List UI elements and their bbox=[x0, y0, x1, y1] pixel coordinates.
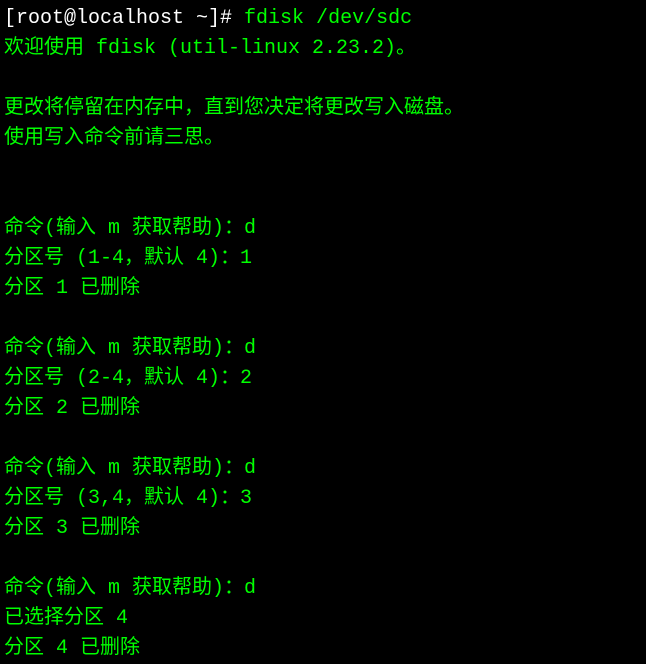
result-1: 分区 1 已删除 bbox=[4, 277, 140, 300]
partition-prompt-2: 分区号 (2-4，默认 4)：2 bbox=[4, 367, 252, 390]
warning-line-2: 使用写入命令前请三思。 bbox=[4, 127, 224, 150]
partition-prompt-1: 分区号 (1-4，默认 4)：1 bbox=[4, 247, 252, 270]
warning-line-1: 更改将停留在内存中，直到您决定将更改写入磁盘。 bbox=[4, 97, 464, 120]
result-3: 分区 3 已删除 bbox=[4, 517, 140, 540]
result-2: 分区 2 已删除 bbox=[4, 397, 140, 420]
terminal-output[interactable]: [root@localhost ~]# fdisk /dev/sdc 欢迎使用 … bbox=[4, 4, 642, 664]
shell-prompt: [root@localhost ~]# bbox=[4, 7, 232, 30]
selected-line-4: 已选择分区 4 bbox=[4, 607, 128, 630]
welcome-line: 欢迎使用 fdisk (util-linux 2.23.2)。 bbox=[4, 37, 416, 60]
partition-prompt-3: 分区号 (3,4，默认 4)：3 bbox=[4, 487, 252, 510]
cmd-prompt-2: 命令(输入 m 获取帮助)：d bbox=[4, 337, 256, 360]
result-4: 分区 4 已删除 bbox=[4, 637, 140, 660]
command-text: fdisk /dev/sdc bbox=[232, 7, 412, 30]
cmd-prompt-1: 命令(输入 m 获取帮助)：d bbox=[4, 217, 256, 240]
cmd-prompt-4: 命令(输入 m 获取帮助)：d bbox=[4, 577, 256, 600]
cmd-prompt-3: 命令(输入 m 获取帮助)：d bbox=[4, 457, 256, 480]
